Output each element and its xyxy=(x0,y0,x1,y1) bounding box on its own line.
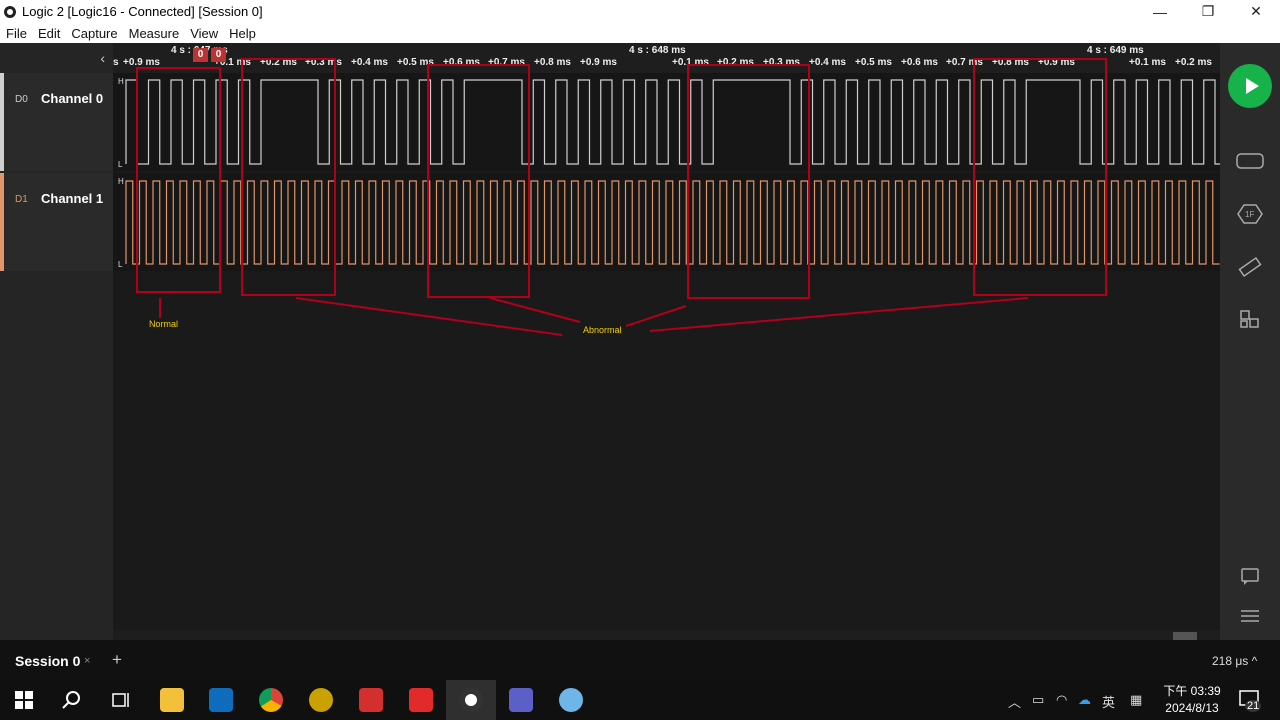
outlook-icon[interactable] xyxy=(209,688,233,712)
channel-name[interactable]: Channel 0 xyxy=(41,91,103,106)
ruler-tick-label: +0.7 ms xyxy=(946,57,983,68)
ruler-tick-label: +0.6 ms xyxy=(443,57,480,68)
ruler-tick-label: +0.5 ms xyxy=(397,57,434,68)
maximize-button[interactable]: ❐ xyxy=(1184,0,1232,23)
tray-overflow-icon[interactable]: ︿ xyxy=(1008,692,1021,711)
scrollbar-thumb[interactable] xyxy=(1173,632,1197,640)
svg-text:1F: 1F xyxy=(1245,210,1254,219)
title-bar: Logic 2 [Logic16 - Connected] [Session 0… xyxy=(0,0,1280,23)
ruler-tick-label: +0.2 ms xyxy=(260,57,297,68)
acrobat-icon[interactable] xyxy=(359,688,383,712)
timescale-readout[interactable]: 218 μs ^ xyxy=(1212,654,1257,668)
close-session-icon[interactable]: × xyxy=(84,655,90,667)
collapse-panel-button[interactable]: ‹ xyxy=(0,43,113,73)
clock-date: 2024/8/13 xyxy=(1165,701,1219,715)
menu-view[interactable]: View xyxy=(184,26,223,41)
task-view-icon[interactable] xyxy=(108,688,132,712)
analyzers-button[interactable]: 1F xyxy=(1236,203,1264,225)
menu-help[interactable]: Help xyxy=(223,26,261,41)
chrome-icon[interactable] xyxy=(259,688,283,712)
input-language[interactable]: 英 xyxy=(1102,692,1115,711)
windows-start-icon[interactable] xyxy=(12,688,36,712)
teams-icon[interactable] xyxy=(509,688,533,712)
time-ruler[interactable]: 4 s : 647 ms 4 s : 648 ms 4 s : 649 ms s… xyxy=(113,43,1220,73)
file-explorer-icon[interactable] xyxy=(160,688,184,712)
ruler-tick-label: +0.9 ms xyxy=(580,57,617,68)
channel-row-0[interactable]: D0 Channel 0 xyxy=(0,73,113,171)
ime-icon[interactable]: ▦ xyxy=(1130,692,1142,708)
search-icon[interactable] xyxy=(60,688,84,712)
measurements-button[interactable] xyxy=(1236,256,1264,278)
session-tab[interactable]: Session 0 xyxy=(15,653,80,669)
ruler-tick-label: +0.6 ms xyxy=(901,57,938,68)
notification-count: 21 xyxy=(1245,700,1262,712)
paint-icon[interactable] xyxy=(559,688,583,712)
channel-tag: D1 xyxy=(15,194,28,205)
ultraedit-icon[interactable] xyxy=(309,688,333,712)
menu-bar: File Edit Capture Measure View Help xyxy=(0,23,1280,43)
window-controls: — ❐ ✕ xyxy=(1136,0,1280,23)
channel-color-bar xyxy=(0,173,4,271)
minimize-button[interactable]: — xyxy=(1136,0,1184,23)
ruler-tick-label: +0.3 ms xyxy=(763,57,800,68)
logic2-icon[interactable] xyxy=(459,688,483,712)
onedrive-icon[interactable]: ☁ xyxy=(1078,692,1091,708)
menu-file[interactable]: File xyxy=(0,26,32,41)
window-title: Logic 2 [Logic16 - Connected] [Session 0… xyxy=(22,4,263,19)
ruler-tick-label: +0.1 ms xyxy=(672,57,709,68)
device-icon xyxy=(1236,153,1264,169)
wifi-icon[interactable]: ◠ xyxy=(1056,692,1067,708)
session-bar: Session 0 × + 218 μs ^ xyxy=(0,640,1280,680)
feedback-button[interactable] xyxy=(1236,566,1264,588)
chat-icon xyxy=(1241,568,1259,585)
close-button[interactable]: ✕ xyxy=(1232,0,1280,23)
ruler-tick-label: +0.4 ms xyxy=(809,57,846,68)
ruler-tick-label: +0.8 ms xyxy=(992,57,1029,68)
menu-measure[interactable]: Measure xyxy=(123,26,185,41)
taskbar: ︿ ▭ ◠ ☁ 英 ▦ 下午 03:39 2024/8/13 21 xyxy=(0,680,1280,720)
ruler-tick-label: +0.2 ms xyxy=(1175,57,1212,68)
right-sidebar xyxy=(1220,43,1280,640)
channel-color-bar xyxy=(0,73,4,171)
analyzer-icon: 1F xyxy=(1237,204,1263,224)
ruler-tick-label: +0.9 ms xyxy=(123,57,160,68)
ruler-tick-label: s xyxy=(113,57,119,68)
channel-row-1[interactable]: D1 Channel 1 xyxy=(0,173,113,271)
ruler-major-label: 4 s : 648 ms xyxy=(629,45,686,56)
hamburger-icon xyxy=(1241,610,1259,622)
logic-app-icon xyxy=(4,5,16,18)
menu-capture[interactable]: Capture xyxy=(65,26,122,41)
extensions-icon xyxy=(1240,310,1259,328)
timing-marker[interactable]: 0 xyxy=(193,48,208,62)
ruler-tick-label: +0.7 ms xyxy=(488,57,525,68)
ruler-tick-label: +0.9 ms xyxy=(1038,57,1075,68)
device-settings-button[interactable] xyxy=(1236,150,1264,172)
ruler-icon xyxy=(1238,256,1262,278)
play-icon xyxy=(1246,78,1259,94)
channel-tag: D0 xyxy=(15,94,28,105)
horizontal-scrollbar[interactable] xyxy=(113,630,1220,640)
battery-icon[interactable]: ▭ xyxy=(1032,692,1044,708)
add-session-button[interactable]: + xyxy=(112,650,122,670)
ruler-tick-label: +0.4 ms xyxy=(351,57,388,68)
system-clock[interactable]: 下午 03:39 2024/8/13 xyxy=(1160,683,1224,717)
ruler-tick-label: +0.1 ms xyxy=(1129,57,1166,68)
chevron-left-icon: ‹ xyxy=(100,50,105,66)
ruler-tick-label: +0.8 ms xyxy=(534,57,571,68)
menu-edit[interactable]: Edit xyxy=(32,26,65,41)
ruler-major-label: 4 s : 649 ms xyxy=(1087,45,1144,56)
waveform-area[interactable] xyxy=(113,73,1220,640)
menu-button[interactable] xyxy=(1236,606,1264,628)
start-capture-button[interactable] xyxy=(1228,64,1272,108)
ruler-tick-label: +0.3 ms xyxy=(305,57,342,68)
ruler-tick-label: +0.5 ms xyxy=(855,57,892,68)
channel-name[interactable]: Channel 1 xyxy=(41,191,103,206)
clock-time: 下午 03:39 xyxy=(1163,684,1221,698)
ruler-tick-label: +0.2 ms xyxy=(717,57,754,68)
timing-marker[interactable]: 0 xyxy=(211,48,226,62)
3d-app-icon[interactable] xyxy=(409,688,433,712)
extensions-button[interactable] xyxy=(1236,309,1264,331)
